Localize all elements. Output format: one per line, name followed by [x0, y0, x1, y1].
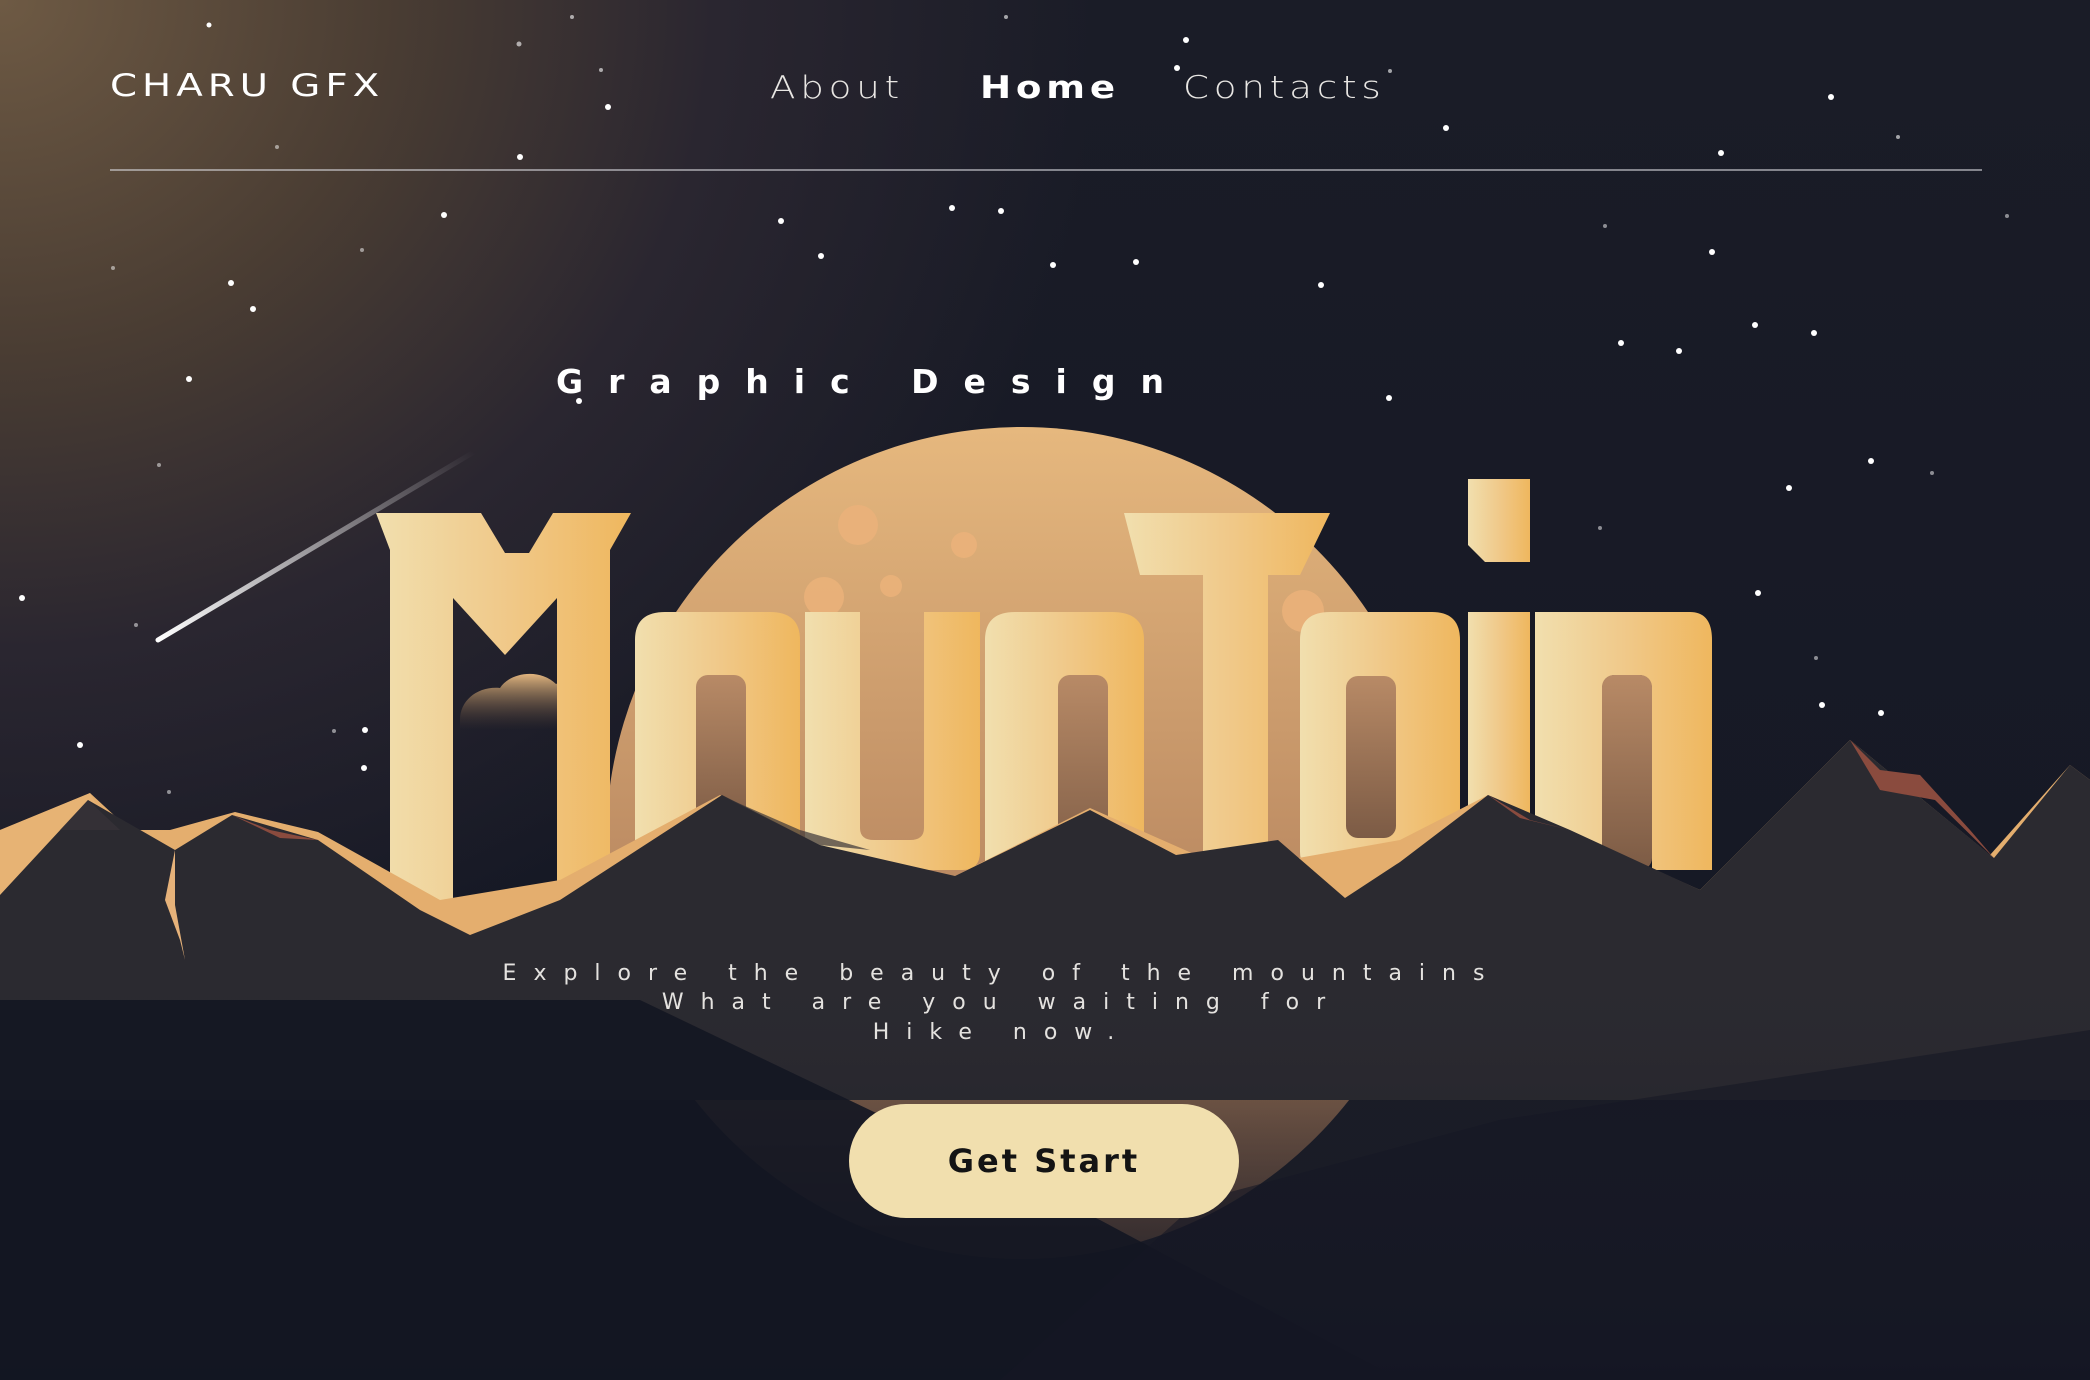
nav-about-link[interactable]: About [770, 70, 904, 106]
hero-tagline-line-3: Hike now. [872, 1020, 1132, 1045]
get-start-button[interactable]: Get Start [849, 1104, 1239, 1218]
hero-tagline-line-2: What are you waiting for [661, 990, 1343, 1015]
main-nav: About Home Contacts [0, 70, 2090, 114]
nav-home-link[interactable]: Home [980, 70, 1120, 106]
nav-contacts-link[interactable]: Contacts [1183, 70, 1386, 106]
landing-page: CHARU GFX About Home Contacts Graphic De… [0, 0, 2090, 1380]
hero-subtitle: Graphic Design [556, 362, 1189, 401]
hero-tagline-line-1: Explore the beauty of the mountains [502, 961, 1502, 986]
header-divider [110, 169, 1982, 171]
